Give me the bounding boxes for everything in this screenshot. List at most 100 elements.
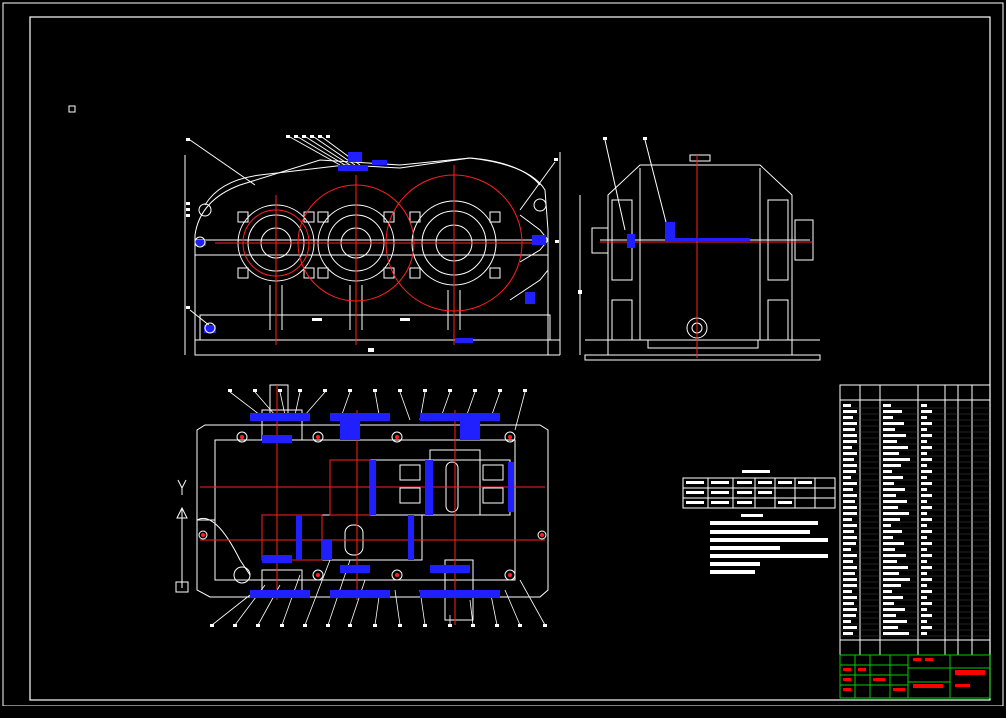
parts-list-entry-mark <box>843 584 857 587</box>
parts-list-entry-mark <box>883 482 894 485</box>
parts-list-rows <box>840 404 990 637</box>
parts-list-entry-mark <box>843 482 857 485</box>
parts-list-entry-mark <box>883 584 901 587</box>
parts-list-entry-mark <box>883 620 907 623</box>
parts-list-entry-mark <box>921 530 932 533</box>
parts-list-entry-mark <box>883 422 904 425</box>
parts-list-entry-mark <box>843 512 857 515</box>
parts-list-entry-mark <box>843 428 855 431</box>
parts-list-entry-mark <box>843 410 857 413</box>
parts-list <box>839 384 991 656</box>
parts-list-entry-mark <box>843 578 857 581</box>
parts-list-entry-mark <box>921 434 932 437</box>
ucs-axis-icon <box>175 479 189 593</box>
parts-list-entry-mark <box>921 416 927 419</box>
parts-list-entry-mark <box>883 464 901 467</box>
parts-list-entry-mark <box>921 500 927 503</box>
parts-list-entry-mark <box>883 500 907 503</box>
parts-list-entry-mark <box>883 494 896 497</box>
parts-list-entry-mark <box>843 500 855 503</box>
parts-list-entry-mark <box>843 554 857 557</box>
parts-list-entry-mark <box>921 596 927 599</box>
parts-list-entry-mark <box>921 464 927 467</box>
parts-list-entry-mark <box>883 614 896 617</box>
parts-list-entry-mark <box>883 590 892 593</box>
parts-list-entry-mark <box>843 470 856 473</box>
parts-list-entry-mark <box>843 620 851 623</box>
parts-list-entry-mark <box>843 542 856 545</box>
parts-list-entry-mark <box>921 482 932 485</box>
parts-list-entry-mark <box>843 494 857 497</box>
title-block <box>839 654 991 699</box>
parts-list-entry-mark <box>883 554 906 557</box>
parts-list-entry-mark <box>843 524 857 527</box>
parts-list-entry-mark <box>921 614 932 617</box>
parts-list-entry-mark <box>883 542 904 545</box>
technical-requirements-text <box>710 514 828 574</box>
parts-list-entry-mark <box>921 410 932 413</box>
ucs-marker <box>68 105 76 113</box>
parts-list-entry-mark <box>921 584 927 587</box>
parts-list-entry-mark <box>883 488 905 491</box>
parts-list-entry-mark <box>921 452 927 455</box>
parts-list-entry-mark <box>883 578 910 581</box>
parts-list-entry-mark <box>843 536 857 539</box>
parts-list-entry-mark <box>921 620 927 623</box>
parts-list-entry-mark <box>883 416 893 419</box>
parts-list-entry-mark <box>883 536 893 539</box>
parts-list-entry-mark <box>921 428 927 431</box>
parts-list-entry-mark <box>843 464 857 467</box>
command-line[interactable] <box>0 706 1006 718</box>
parts-list-entry-mark <box>883 566 908 569</box>
side-view-sections <box>627 222 750 248</box>
parts-list-entry-mark <box>883 404 891 407</box>
parts-list-entry-mark <box>883 410 902 413</box>
parts-list-entry-mark <box>921 458 932 461</box>
parts-list-entry-mark <box>883 632 909 635</box>
parts-list-entry-mark <box>883 428 895 431</box>
parts-list-entry-mark <box>883 452 899 455</box>
parts-list-entry-mark <box>883 470 892 473</box>
parts-list-entry-mark <box>883 512 909 515</box>
parts-list-entry-mark <box>921 422 932 425</box>
parts-list-entry-mark <box>921 572 927 575</box>
parts-list-entry-mark <box>883 476 903 479</box>
parts-list-entry-mark <box>883 608 905 611</box>
parts-list-entry-mark <box>843 632 853 635</box>
parts-list-entry-mark <box>843 458 854 461</box>
parts-list-entry-mark <box>921 566 932 569</box>
parts-list-entry-mark <box>921 518 932 521</box>
cad-viewport[interactable]: Y <box>0 0 1006 718</box>
parts-list-entry-mark <box>883 446 908 449</box>
parts-list-entry-mark <box>843 416 853 419</box>
parts-list-entry-mark <box>843 602 854 605</box>
parts-list-entry-mark <box>921 578 932 581</box>
parts-list-entry-mark <box>921 440 927 443</box>
parts-list-entry-mark <box>843 572 855 575</box>
parts-list-entry-mark <box>843 596 857 599</box>
parts-list-entry-mark <box>883 434 906 437</box>
parts-list-entry-mark <box>883 518 900 521</box>
parts-list-entry-mark <box>843 452 857 455</box>
parts-list-entry-mark <box>921 554 932 557</box>
parts-list-entry-mark <box>843 626 857 629</box>
parts-list-entry-mark <box>921 602 932 605</box>
parts-list-entry-mark <box>843 506 857 509</box>
parts-list-entry-mark <box>921 626 932 629</box>
parts-list-entry-mark <box>921 506 932 509</box>
parts-list-entry-mark <box>843 434 857 437</box>
parts-list-entry-mark <box>921 548 927 551</box>
parts-list-entry-mark <box>921 494 932 497</box>
parts-list-entry-mark <box>921 512 927 515</box>
parts-list-entry-mark <box>921 590 932 593</box>
parts-list-entry-mark <box>921 560 927 563</box>
front-view <box>184 136 561 356</box>
gearbox-assembly-drawing[interactable]: Y <box>0 0 1006 718</box>
parts-list-entry-mark <box>883 626 898 629</box>
parts-list-entry-mark <box>883 530 902 533</box>
parts-list-entry-mark <box>921 488 927 491</box>
parts-list-entry-mark <box>843 422 857 425</box>
parts-list-entry-mark <box>921 632 927 635</box>
parts-list-entry-mark <box>883 572 899 575</box>
side-view <box>579 139 821 361</box>
